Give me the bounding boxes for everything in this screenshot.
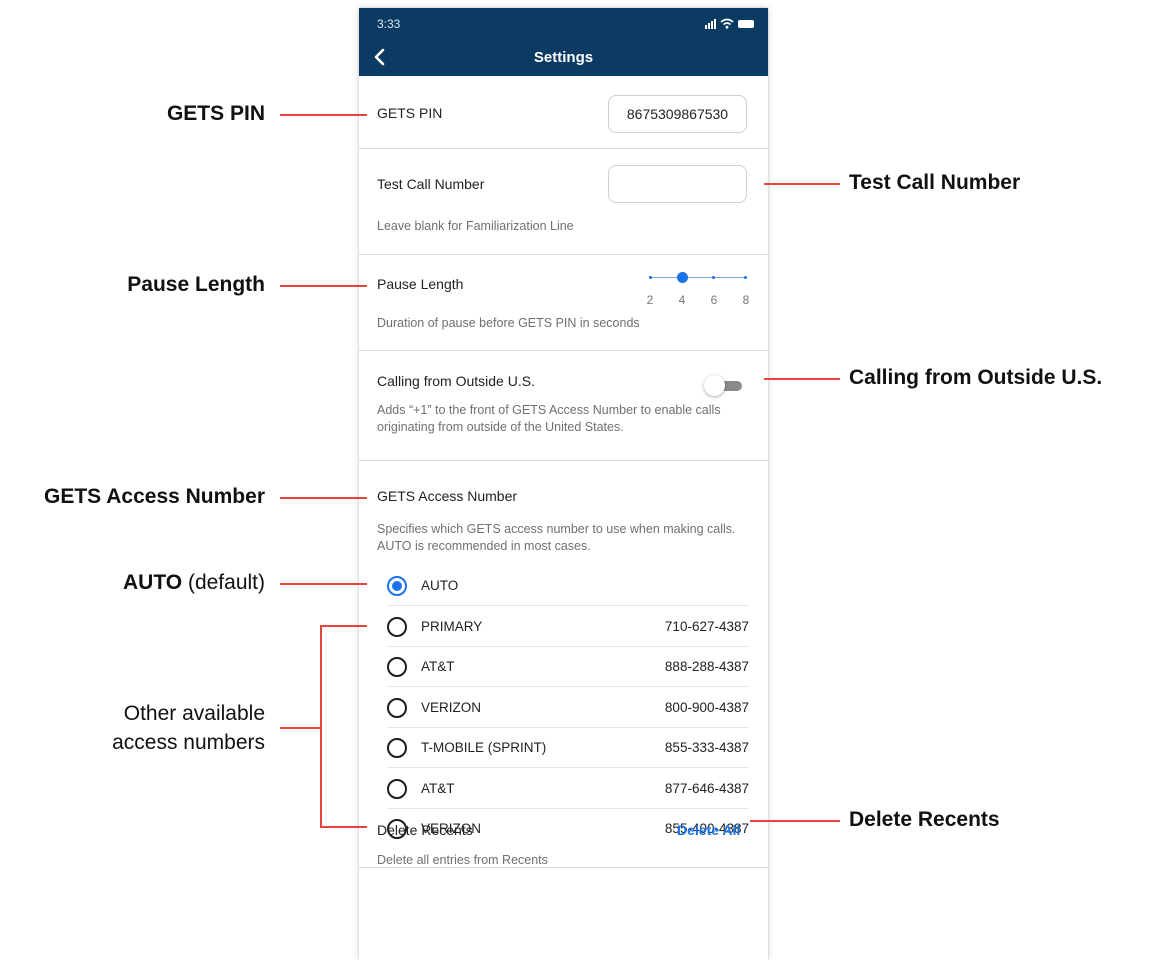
callout-line	[764, 183, 840, 185]
access-option-auto[interactable]: AUTO	[387, 566, 749, 606]
option-name: AUTO	[421, 578, 459, 593]
callout-other-line2: access numbers	[112, 731, 265, 754]
test-call-label: Test Call Number	[377, 176, 485, 192]
option-name: VERIZON	[421, 700, 482, 715]
access-option-att[interactable]: AT&T 888-288-4387	[387, 647, 749, 687]
access-option-tmobile[interactable]: T-MOBILE (SPRINT) 855-333-4387	[387, 728, 749, 768]
outside-us-description: Adds “+1” to the front of GETS Access Nu…	[377, 403, 721, 434]
callout-pause-length: Pause Length	[127, 273, 265, 296]
callout-line	[320, 826, 367, 828]
slider-stop	[744, 276, 747, 279]
radio-button[interactable]	[387, 617, 407, 637]
divider	[359, 254, 768, 255]
divider	[359, 460, 768, 461]
callout-bracket	[320, 625, 322, 828]
option-name: AT&T	[421, 659, 455, 674]
divider	[359, 350, 768, 351]
slider-tick-label: 2	[646, 293, 654, 307]
row-divider	[387, 605, 749, 606]
slider-tick-label: 8	[742, 293, 750, 307]
access-number-label: GETS Access Number	[377, 488, 518, 504]
wifi-icon	[720, 18, 734, 29]
callout-test-call-number: Test Call Number	[849, 171, 1021, 194]
callout-other-numbers: Other available access numbers	[112, 699, 265, 757]
row-divider	[387, 686, 749, 687]
signal-icon	[705, 19, 716, 29]
phone-screen: 3:33 Settings GETS PIN Test Call Number …	[359, 8, 768, 960]
test-call-description: Leave blank for Familiarization Line	[377, 219, 574, 233]
page-title: Settings	[533, 49, 594, 66]
access-option-verizon[interactable]: VERIZON 800-900-4387	[387, 688, 749, 728]
pause-length-label: Pause Length	[377, 276, 464, 292]
callout-line	[280, 583, 367, 585]
row-divider	[387, 767, 749, 768]
divider	[359, 148, 768, 149]
radio-button[interactable]	[387, 738, 407, 758]
toggle-knob	[704, 375, 725, 396]
radio-button[interactable]	[387, 657, 407, 677]
option-number: 710-627-4387	[664, 619, 749, 634]
delete-recents-label: Delete Recents	[377, 822, 473, 838]
callout-line	[764, 378, 840, 380]
callout-delete-recents: Delete Recents	[849, 808, 1000, 831]
slider-tick-label: 4	[678, 293, 686, 307]
callout-auto-bold: AUTO	[123, 571, 183, 594]
slider-tick-label: 6	[710, 293, 718, 307]
outside-us-label: Calling from Outside U.S.	[377, 373, 535, 389]
option-number: 877-646-4387	[664, 781, 749, 796]
callout-line	[280, 497, 367, 499]
slider-stop	[649, 276, 652, 279]
callout-calling-outside: Calling from Outside U.S.	[849, 366, 1103, 389]
callout-line	[280, 727, 321, 729]
callout-other-line1: Other available	[123, 702, 265, 725]
gets-pin-field[interactable]	[608, 95, 747, 133]
option-number: 800-900-4387	[664, 700, 749, 715]
test-call-number-field[interactable]	[608, 165, 747, 203]
callout-line	[750, 820, 840, 822]
option-number: 888-288-4387	[664, 659, 749, 674]
gets-pin-label: GETS PIN	[377, 105, 443, 121]
access-option-att-2[interactable]: AT&T 877-646-4387	[387, 769, 749, 809]
callout-line	[280, 114, 367, 116]
pause-length-slider[interactable]: 2 4 6 8	[647, 270, 749, 310]
option-name: AT&T	[421, 781, 455, 796]
access-option-primary[interactable]: PRIMARY 710-627-4387	[387, 607, 749, 647]
radio-button[interactable]	[387, 779, 407, 799]
status-icons	[705, 17, 754, 29]
callout-auto-default: AUTO (default)	[123, 571, 265, 595]
callout-gets-access-number: GETS Access Number	[44, 485, 265, 508]
callout-line	[280, 285, 367, 287]
status-time: 3:33	[377, 17, 401, 31]
option-name: T-MOBILE (SPRINT)	[421, 740, 547, 755]
pause-length-description: Duration of pause before GETS PIN in sec…	[377, 316, 640, 330]
callout-gets-pin: GETS PIN	[166, 102, 265, 125]
callout-auto-rest: (default)	[182, 571, 265, 594]
slider-track	[650, 277, 746, 278]
option-number: 855-333-4387	[664, 740, 749, 755]
outside-us-toggle[interactable]	[704, 374, 744, 398]
radio-button[interactable]	[387, 698, 407, 718]
app-header: 3:33 Settings	[359, 8, 768, 76]
slider-thumb[interactable]	[677, 272, 688, 283]
battery-icon	[738, 20, 754, 28]
delete-recents-description: Delete all entries from Recents	[377, 853, 548, 867]
access-number-description: Specifies which GETS access number to us…	[377, 522, 736, 553]
delete-all-link[interactable]: Delete All	[677, 822, 740, 838]
slider-stop	[712, 276, 715, 279]
callout-line	[320, 625, 367, 627]
option-name: PRIMARY	[421, 619, 483, 634]
radio-button-selected[interactable]	[387, 576, 407, 596]
